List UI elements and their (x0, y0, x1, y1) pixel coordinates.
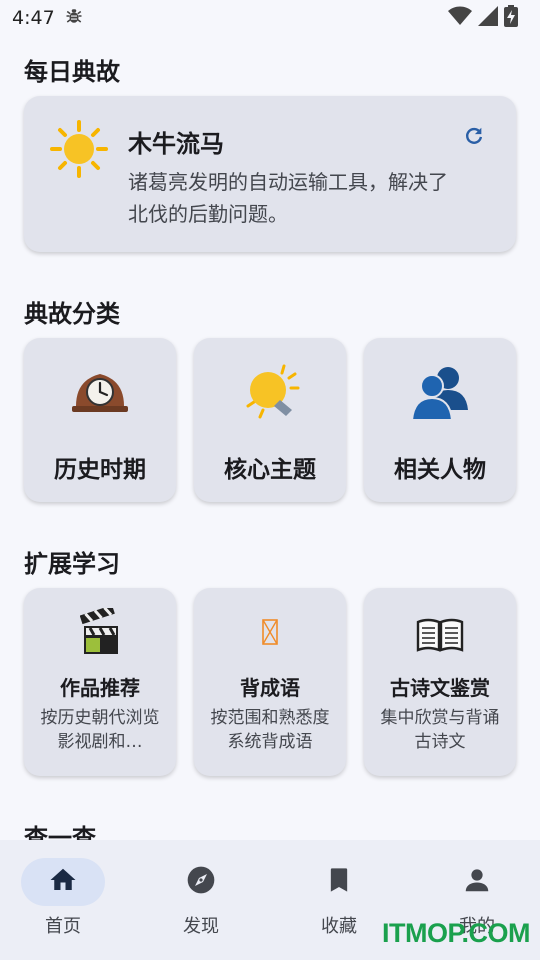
nav-item-home[interactable]: 首页 (21, 858, 141, 958)
nav-item-discover[interactable]: 发现 (159, 858, 279, 958)
daily-section-title: 每日典故 (24, 58, 120, 86)
bug-icon (65, 7, 83, 29)
category-card-history-period[interactable]: 历史时期 (24, 338, 176, 502)
nav-label: 收藏 (321, 916, 357, 937)
bookmark-icon (325, 865, 353, 899)
watermark: ITMOP.COM (381, 918, 531, 948)
categories-section-title: 典故分类 (24, 300, 120, 328)
extended-label: 古诗文鉴赏 (390, 676, 490, 700)
person-icon (462, 865, 492, 899)
daily-allusion-card[interactable]: 木牛流马 诸葛亮发明的自动运输工具，解决了北伐的后勤问题。 (24, 96, 516, 252)
extended-card-poetry[interactable]: 古诗文鉴赏 集中欣赏与背诵古诗文 (364, 588, 516, 776)
mantel-clock-icon (70, 362, 130, 420)
compass-icon (185, 864, 217, 900)
refresh-button[interactable] (460, 124, 488, 152)
extended-label: 背成语 (240, 676, 300, 700)
nav-label: 发现 (183, 916, 219, 937)
category-label: 核心主题 (224, 457, 316, 483)
signal-icon (478, 6, 498, 30)
status-bar: 4:47 (0, 0, 540, 36)
extended-card-idioms[interactable]: 背成语 按范围和熟悉度系统背成语 (194, 588, 346, 776)
wifi-icon (448, 6, 472, 30)
home-icon (48, 865, 78, 899)
daily-description: 诸葛亮发明的自动运输工具，解决了北伐的后勤问题。 (128, 170, 448, 226)
sun-icon (50, 120, 108, 182)
category-label: 相关人物 (394, 457, 486, 483)
hourglass-icon (250, 608, 290, 660)
extended-description: 集中欣赏与背诵古诗文 (380, 708, 500, 752)
extended-description: 按范围和熟悉度系统背成语 (210, 708, 330, 752)
extended-section-title: 扩展学习 (24, 550, 120, 578)
category-card-related-people[interactable]: 相关人物 (364, 338, 516, 502)
light-bulb-icon (240, 362, 300, 426)
category-card-core-theme[interactable]: 核心主题 (194, 338, 346, 502)
people-icon (410, 362, 470, 426)
nav-label: 首页 (45, 916, 81, 937)
daily-title: 木牛流马 (128, 130, 224, 158)
category-label: 历史时期 (54, 457, 146, 483)
extended-card-works[interactable]: 作品推荐 按历史朝代浏览影视剧和… (24, 588, 176, 776)
extended-label: 作品推荐 (60, 676, 140, 700)
clapper-board-icon (79, 605, 120, 660)
extended-description: 按历史朝代浏览影视剧和… (40, 708, 160, 752)
open-book-icon (416, 608, 464, 660)
status-time: 4:47 (12, 7, 55, 29)
battery-charging-icon (504, 5, 518, 31)
refresh-icon (463, 125, 485, 151)
